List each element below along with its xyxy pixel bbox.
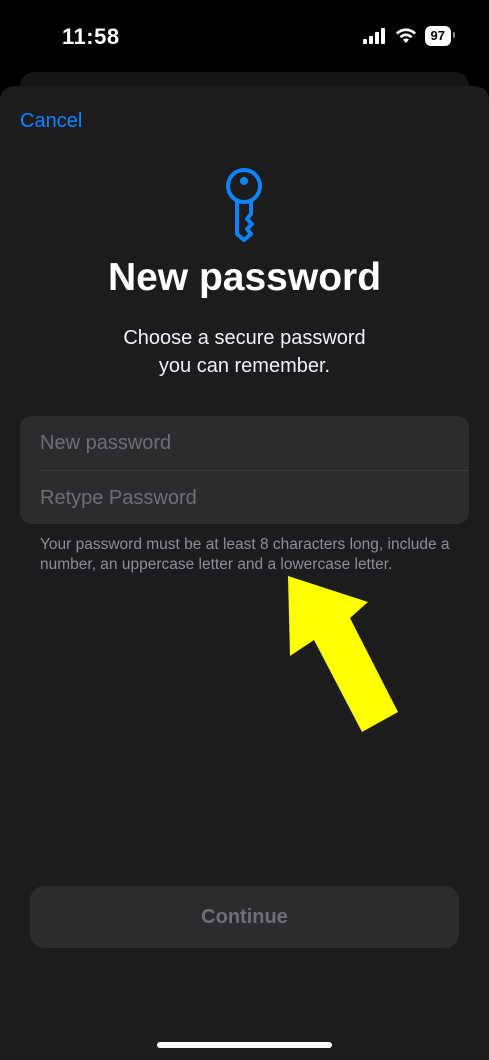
- page-subtitle: Choose a secure password you can remembe…: [0, 324, 489, 380]
- continue-button[interactable]: Continue: [30, 886, 459, 948]
- subtitle-line-1: Choose a secure password: [123, 327, 366, 349]
- arrow-icon: [288, 576, 398, 732]
- password-field-group: [20, 416, 469, 524]
- wifi-icon: [395, 28, 416, 43]
- page-title: New password: [107, 256, 382, 299]
- status-icons: 97: [362, 26, 456, 46]
- key-icon: [226, 168, 262, 242]
- cancel-button[interactable]: Cancel: [20, 110, 82, 133]
- retype-password-input[interactable]: [20, 471, 469, 524]
- status-bar: 11:58 97: [0, 0, 489, 72]
- new-password-input[interactable]: [20, 416, 469, 470]
- battery-level: 97: [430, 28, 445, 43]
- signal-icon: [362, 28, 385, 44]
- battery-icon: 97: [424, 26, 456, 46]
- subtitle-line-2: you can remember.: [158, 355, 331, 377]
- home-indicator: [157, 1042, 332, 1048]
- status-time: 11:58: [62, 24, 120, 49]
